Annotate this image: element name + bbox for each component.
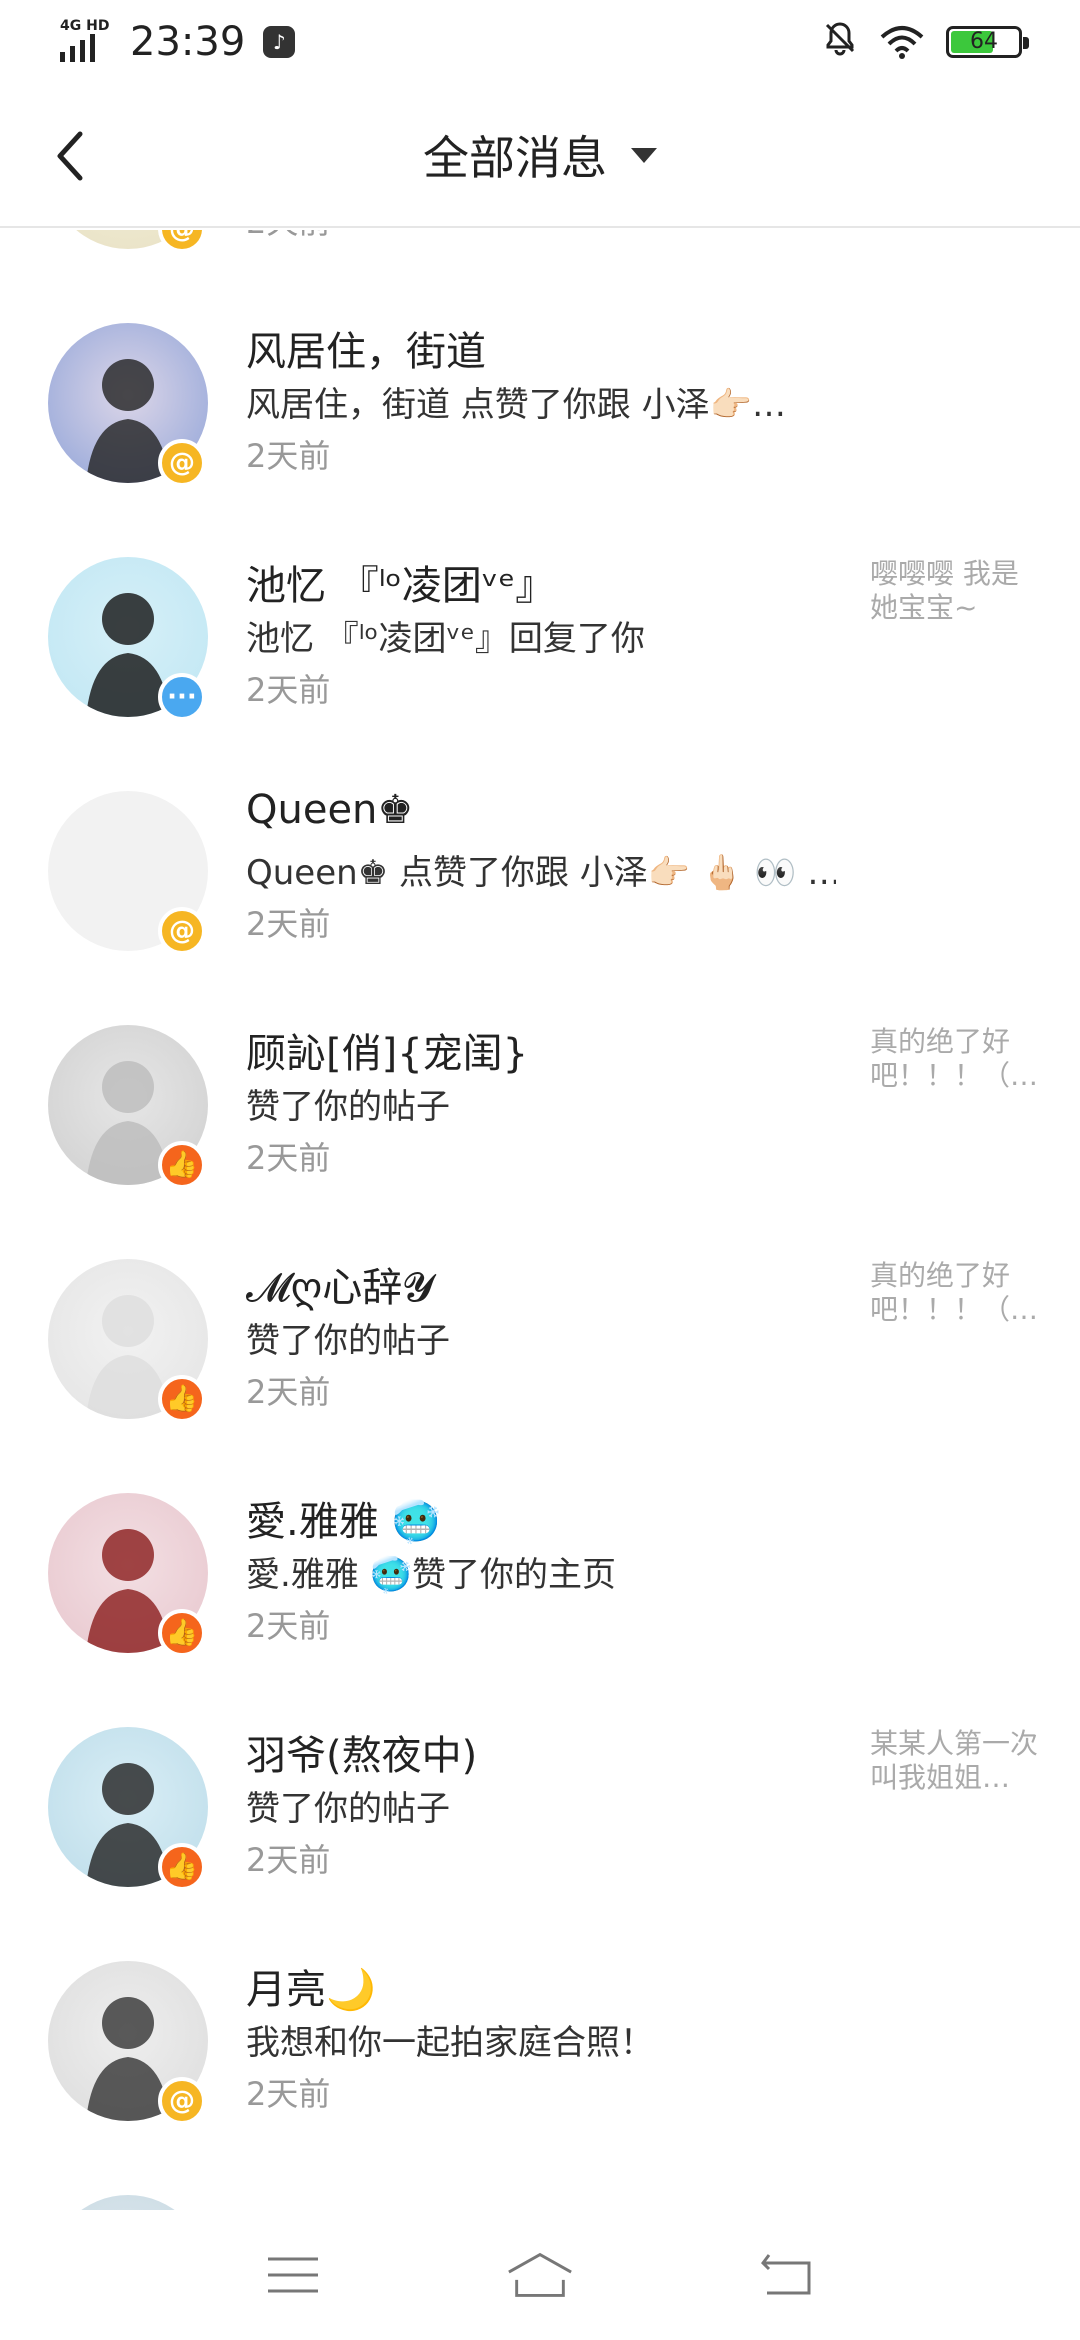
post-preview: 某某人第一次叫我姐姐… (870, 1727, 1039, 1794)
message-text: 风居住，街道 点赞了你跟 小泽👉🏻… (246, 385, 786, 425)
list-item[interactable]: @ 月亮🌙 我想和你一起拍家庭合照！ 2天前 (0, 1927, 1080, 2161)
comment-icon: ··· (158, 673, 206, 721)
timestamp: 2天前 (246, 1841, 331, 1879)
bottom-nav (0, 2210, 1080, 2340)
sender-name: 羽爷(熬夜中) (246, 1733, 478, 1779)
post-preview: 真的绝了好吧！！！（… (870, 1025, 1039, 1092)
back-arrow-icon[interactable] (752, 2245, 822, 2305)
home-icon[interactable] (505, 2245, 575, 2305)
sender-name: Queen♚ (246, 787, 414, 833)
message-list[interactable]: @2天前@风居住，街道风居住，街道 点赞了你跟 小泽👉🏻…2天前···池忆 『ˡ… (0, 230, 1080, 2210)
list-item[interactable]: @ 风居住，街道风居住，街道 点赞了你跟 小泽👉🏻… 2天前 (0, 289, 1080, 523)
message-text: 池忆 『ˡᵒ凌团ᵛᵉ』回复了你 (246, 619, 645, 659)
thumbs-up-icon: 👍 (158, 1609, 206, 1657)
list-item[interactable]: ··· 池忆 『ˡᵒ凌团ᵛᵉ』池忆 『ˡᵒ凌团ᵛᵉ』回复了你 2天前 嘤嘤嘤 我是她宝… (0, 523, 1080, 757)
wifi-icon (880, 26, 924, 59)
timestamp: 2天前 (246, 1139, 331, 1177)
message-text: 赞了你的帖子 (246, 1321, 450, 1361)
chevron-left-icon[interactable] (50, 126, 90, 186)
sender-name: 风居住，街道 (246, 329, 486, 375)
timestamp: 2天前 (246, 437, 331, 475)
status-bar: 4G HD 23:39 ♪ 64 (0, 0, 1080, 84)
list-item[interactable]: 👍 羽爷(熬夜中) 赞了你的帖子 2天前 某某人第一次叫我姐姐… (0, 1693, 1080, 1927)
timestamp: 2天前 (246, 1373, 331, 1411)
thumbs-up-icon: 👍 (158, 1375, 206, 1423)
timestamp: 2天前 (246, 905, 331, 943)
battery-level: 64 (970, 29, 998, 54)
post-preview: 嘤嘤嘤 我是她宝宝~ (870, 557, 1019, 624)
sender-name: 月亮🌙 (246, 1967, 376, 2013)
sender-name: 愛.雅雅 🥶 (246, 1499, 442, 1545)
sender-name: 池忆 『ˡᵒ凌团ᵛᵉ』 (246, 563, 556, 609)
signal-icon: 4G HD (58, 18, 116, 66)
list-item[interactable]: 👍 愛.雅雅 🥶 愛.雅雅 🥶赞了你的主页 2天前 (0, 1459, 1080, 1693)
post-preview: 真的绝了好吧！！！（… (870, 1259, 1039, 1326)
at-mention-icon: @ (158, 907, 206, 955)
message-text: 赞了你的帖子 (246, 1087, 450, 1127)
timestamp: 2天前 (246, 1607, 331, 1645)
caret-down-icon (631, 147, 657, 163)
thumbs-up-icon: 👍 (158, 1843, 206, 1891)
timestamp: 2天前 (246, 230, 330, 243)
page-title: 全部消息 (423, 131, 607, 185)
battery-icon: 64 (946, 26, 1029, 58)
at-mention-icon: @ (158, 230, 206, 253)
timestamp: 2天前 (246, 671, 331, 709)
clock: 23:39 (130, 19, 246, 65)
list-item[interactable]: 👍 顾訫[俏]{宠闺} 赞了你的帖子 2天前 真的绝了好吧！！！（… (0, 991, 1080, 1225)
tiktok-icon: ♪ (263, 26, 296, 58)
list-item[interactable]: @2天前 (0, 230, 1080, 289)
message-text: 赞了你的帖子 (246, 1789, 450, 1829)
sender-name: 𝓜ღ心辞𝓨 (246, 1265, 434, 1311)
timestamp: 2天前 (246, 2075, 331, 2113)
filter-dropdown[interactable]: 全部消息 (423, 122, 657, 188)
sender-name: 顾訫[俏]{宠闺} (246, 1031, 529, 1077)
menu-icon[interactable] (258, 2245, 328, 2305)
thumbs-up-icon: 👍 (158, 1141, 206, 1189)
list-item[interactable] (0, 2161, 1080, 2210)
message-text: 愛.雅雅 🥶赞了你的主页 (246, 1555, 616, 1595)
list-item[interactable]: @ Queen♚ Queen♚ 点赞了你跟 小泽👉🏻 🖕🏻 👀 … 2天前 (0, 757, 1080, 991)
list-item[interactable]: 👍 𝓜ღ心辞𝓨 赞了你的帖子 2天前 真的绝了好吧！！！（… (0, 1225, 1080, 1459)
avatar[interactable] (48, 2195, 208, 2210)
network-type: 4G HD (60, 18, 110, 34)
at-mention-icon: @ (158, 2077, 206, 2125)
at-mention-icon: @ (158, 439, 206, 487)
message-text: 我想和你一起拍家庭合照！ (246, 2023, 654, 2063)
header: 全部消息 (0, 84, 1080, 228)
bell-muted-icon (822, 20, 858, 64)
message-text: Queen♚ 点赞了你跟 小泽👉🏻 🖕🏻 👀 … (246, 853, 836, 893)
